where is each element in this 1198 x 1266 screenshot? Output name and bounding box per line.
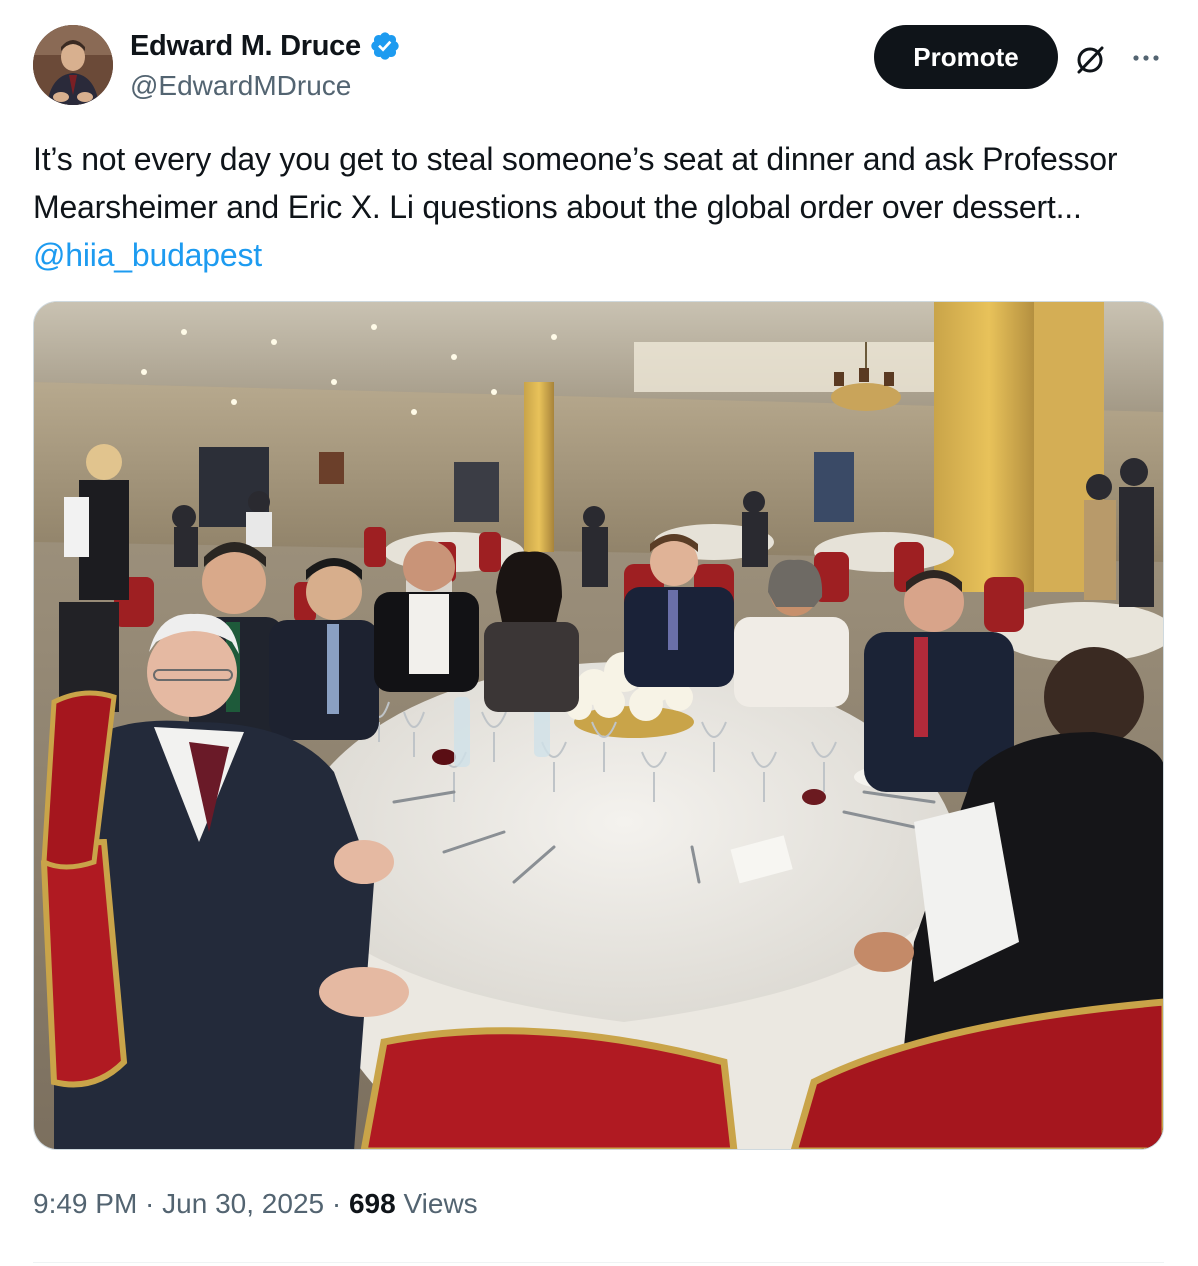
divider bbox=[33, 1262, 1164, 1263]
verified-badge-icon bbox=[371, 32, 399, 60]
photo-dinner-table bbox=[34, 302, 1163, 1149]
promote-button[interactable]: Promote bbox=[874, 25, 1058, 89]
tweet-body: It’s not every day you get to steal some… bbox=[33, 141, 1126, 225]
grok-icon[interactable] bbox=[1072, 42, 1108, 78]
author-handle[interactable]: @EdwardMDruce bbox=[130, 68, 351, 104]
meta-separator: · bbox=[324, 1188, 349, 1219]
views-count: 698 bbox=[348, 1188, 396, 1219]
mention-link[interactable]: @hiia_budapest bbox=[33, 237, 262, 273]
author-display-name[interactable]: Edward M. Druce bbox=[130, 28, 361, 64]
views-label: Views bbox=[395, 1188, 478, 1219]
author-name-row[interactable]: Edward M. Druce bbox=[130, 28, 401, 64]
tweet-time[interactable]: 9:49 PM bbox=[33, 1188, 137, 1219]
tweet-meta: 9:49 PM · Jun 30, 2025 · 698 Views bbox=[33, 1184, 478, 1224]
author-avatar[interactable] bbox=[33, 25, 113, 105]
more-icon[interactable] bbox=[1128, 40, 1164, 76]
meta-separator: · bbox=[137, 1188, 163, 1219]
tweet-date[interactable]: Jun 30, 2025 bbox=[162, 1188, 324, 1219]
tweet-photo[interactable] bbox=[33, 301, 1164, 1150]
tweet-text: It’s not every day you get to steal some… bbox=[33, 135, 1163, 279]
